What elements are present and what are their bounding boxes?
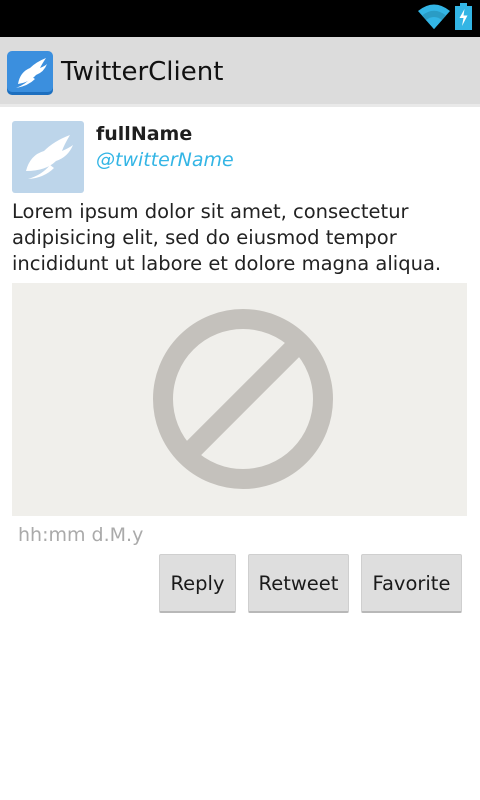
no-image-icon (153, 309, 333, 489)
action-bar: TwitterClient (0, 37, 480, 107)
tweet-body: Lorem ipsum dolor sit amet, consectetur … (12, 200, 442, 275)
status-bar (0, 0, 480, 37)
favorite-button[interactable]: Favorite (361, 554, 462, 613)
tweet-timestamp: hh:mm d.M.y (18, 524, 144, 546)
wifi-icon (418, 4, 450, 29)
reply-button[interactable]: Reply (159, 554, 236, 613)
twitter-handle[interactable]: @twitterName (96, 148, 234, 172)
retweet-button[interactable]: Retweet (248, 554, 349, 613)
full-name[interactable]: fullName (96, 122, 192, 146)
app-title: TwitterClient (61, 57, 224, 87)
bird-logo-icon[interactable] (6, 50, 54, 96)
avatar[interactable] (12, 121, 84, 193)
battery-charging-icon (455, 3, 472, 30)
bird-avatar-icon (12, 121, 84, 193)
tweet-media[interactable] (12, 283, 467, 516)
